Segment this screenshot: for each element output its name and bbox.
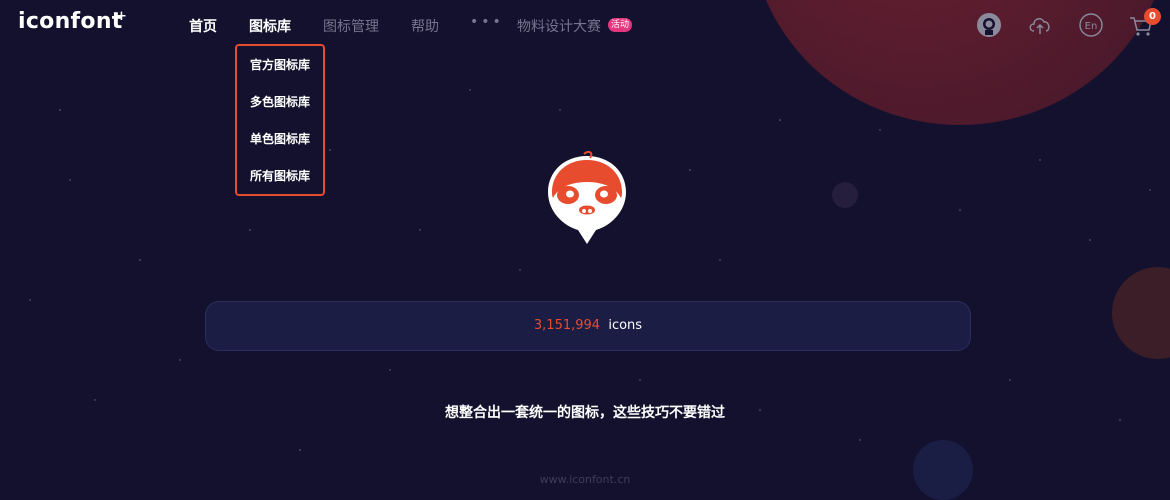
promo-headline[interactable]: 想整合出一套统一的图标，这些技巧不要错过 [0,402,1170,422]
search-bar[interactable]: 3,151,994 icons [205,301,971,351]
nav-home[interactable]: 首页 [189,16,217,36]
language-en-icon[interactable]: En [1078,12,1104,38]
nav-design-contest[interactable]: 物料设计大赛 [517,16,601,36]
decorative-planet-bottom [913,440,973,500]
nav-more[interactable]: ••• [470,14,504,30]
dropdown-item-all[interactable]: 所有图标库 [250,167,310,184]
decorative-planet-small [832,182,858,208]
upload-cloud-icon[interactable] [1027,12,1053,38]
iconfont-logo[interactable]: iconfont [18,9,123,34]
icon-count-unit: icons [608,318,643,333]
iconfont-mascot-icon [548,150,626,244]
icon-count-number: 3,151,994 [533,318,601,333]
cart-count-badge: 0 [1144,8,1161,25]
nav-icon-library[interactable]: 图标库 [249,16,291,36]
dropdown-item-multicolor[interactable]: 多色图标库 [250,93,310,110]
footer-url: www.iconfont.cn [539,473,631,486]
nav-icon-management[interactable]: 图标管理 [323,16,379,36]
user-avatar-icon[interactable] [976,12,1002,38]
language-label: En [1085,21,1098,32]
dropdown-item-official[interactable]: 官方图标库 [250,56,310,73]
icon-library-dropdown: 官方图标库 多色图标库 单色图标库 所有图标库 [235,44,325,196]
dropdown-item-monochrome[interactable]: 单色图标库 [250,130,310,147]
logo-plus-mark: + [116,9,127,24]
activity-badge: 活动 [608,18,633,32]
nav-help[interactable]: 帮助 [411,16,439,36]
icon-count: 3,151,994 icons [206,302,970,350]
